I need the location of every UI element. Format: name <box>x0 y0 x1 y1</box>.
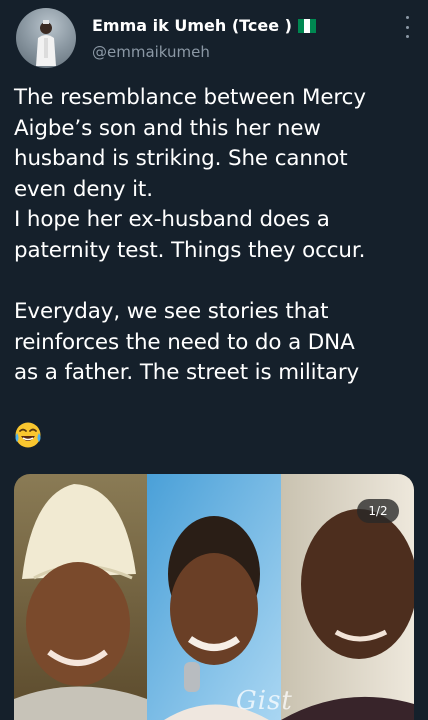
author-name-row[interactable]: Emma ik Umeh (Tcee ) <box>92 16 316 35</box>
author-name[interactable]: Emma ik Umeh (Tcee ) <box>92 16 292 35</box>
tweet-header: Emma ik Umeh (Tcee ) @emmaikumeh <box>0 0 428 80</box>
avatar-figure <box>36 20 56 66</box>
media-photo-collage <box>14 474 414 720</box>
author-handle[interactable]: @emmaikumeh <box>92 43 210 61</box>
avatar[interactable] <box>16 8 76 68</box>
nigeria-flag-icon <box>297 18 316 33</box>
face-with-tears-of-joy-icon <box>15 422 41 448</box>
media-watermark: Gist <box>236 686 293 716</box>
tweet-text: The resemblance between Mercy Aigbe’s so… <box>14 85 366 386</box>
tweet-media[interactable]: 1/2 Gist <box>14 474 414 720</box>
more-vertical-icon[interactable] <box>402 16 412 38</box>
media-counter: 1/2 <box>357 499 399 523</box>
